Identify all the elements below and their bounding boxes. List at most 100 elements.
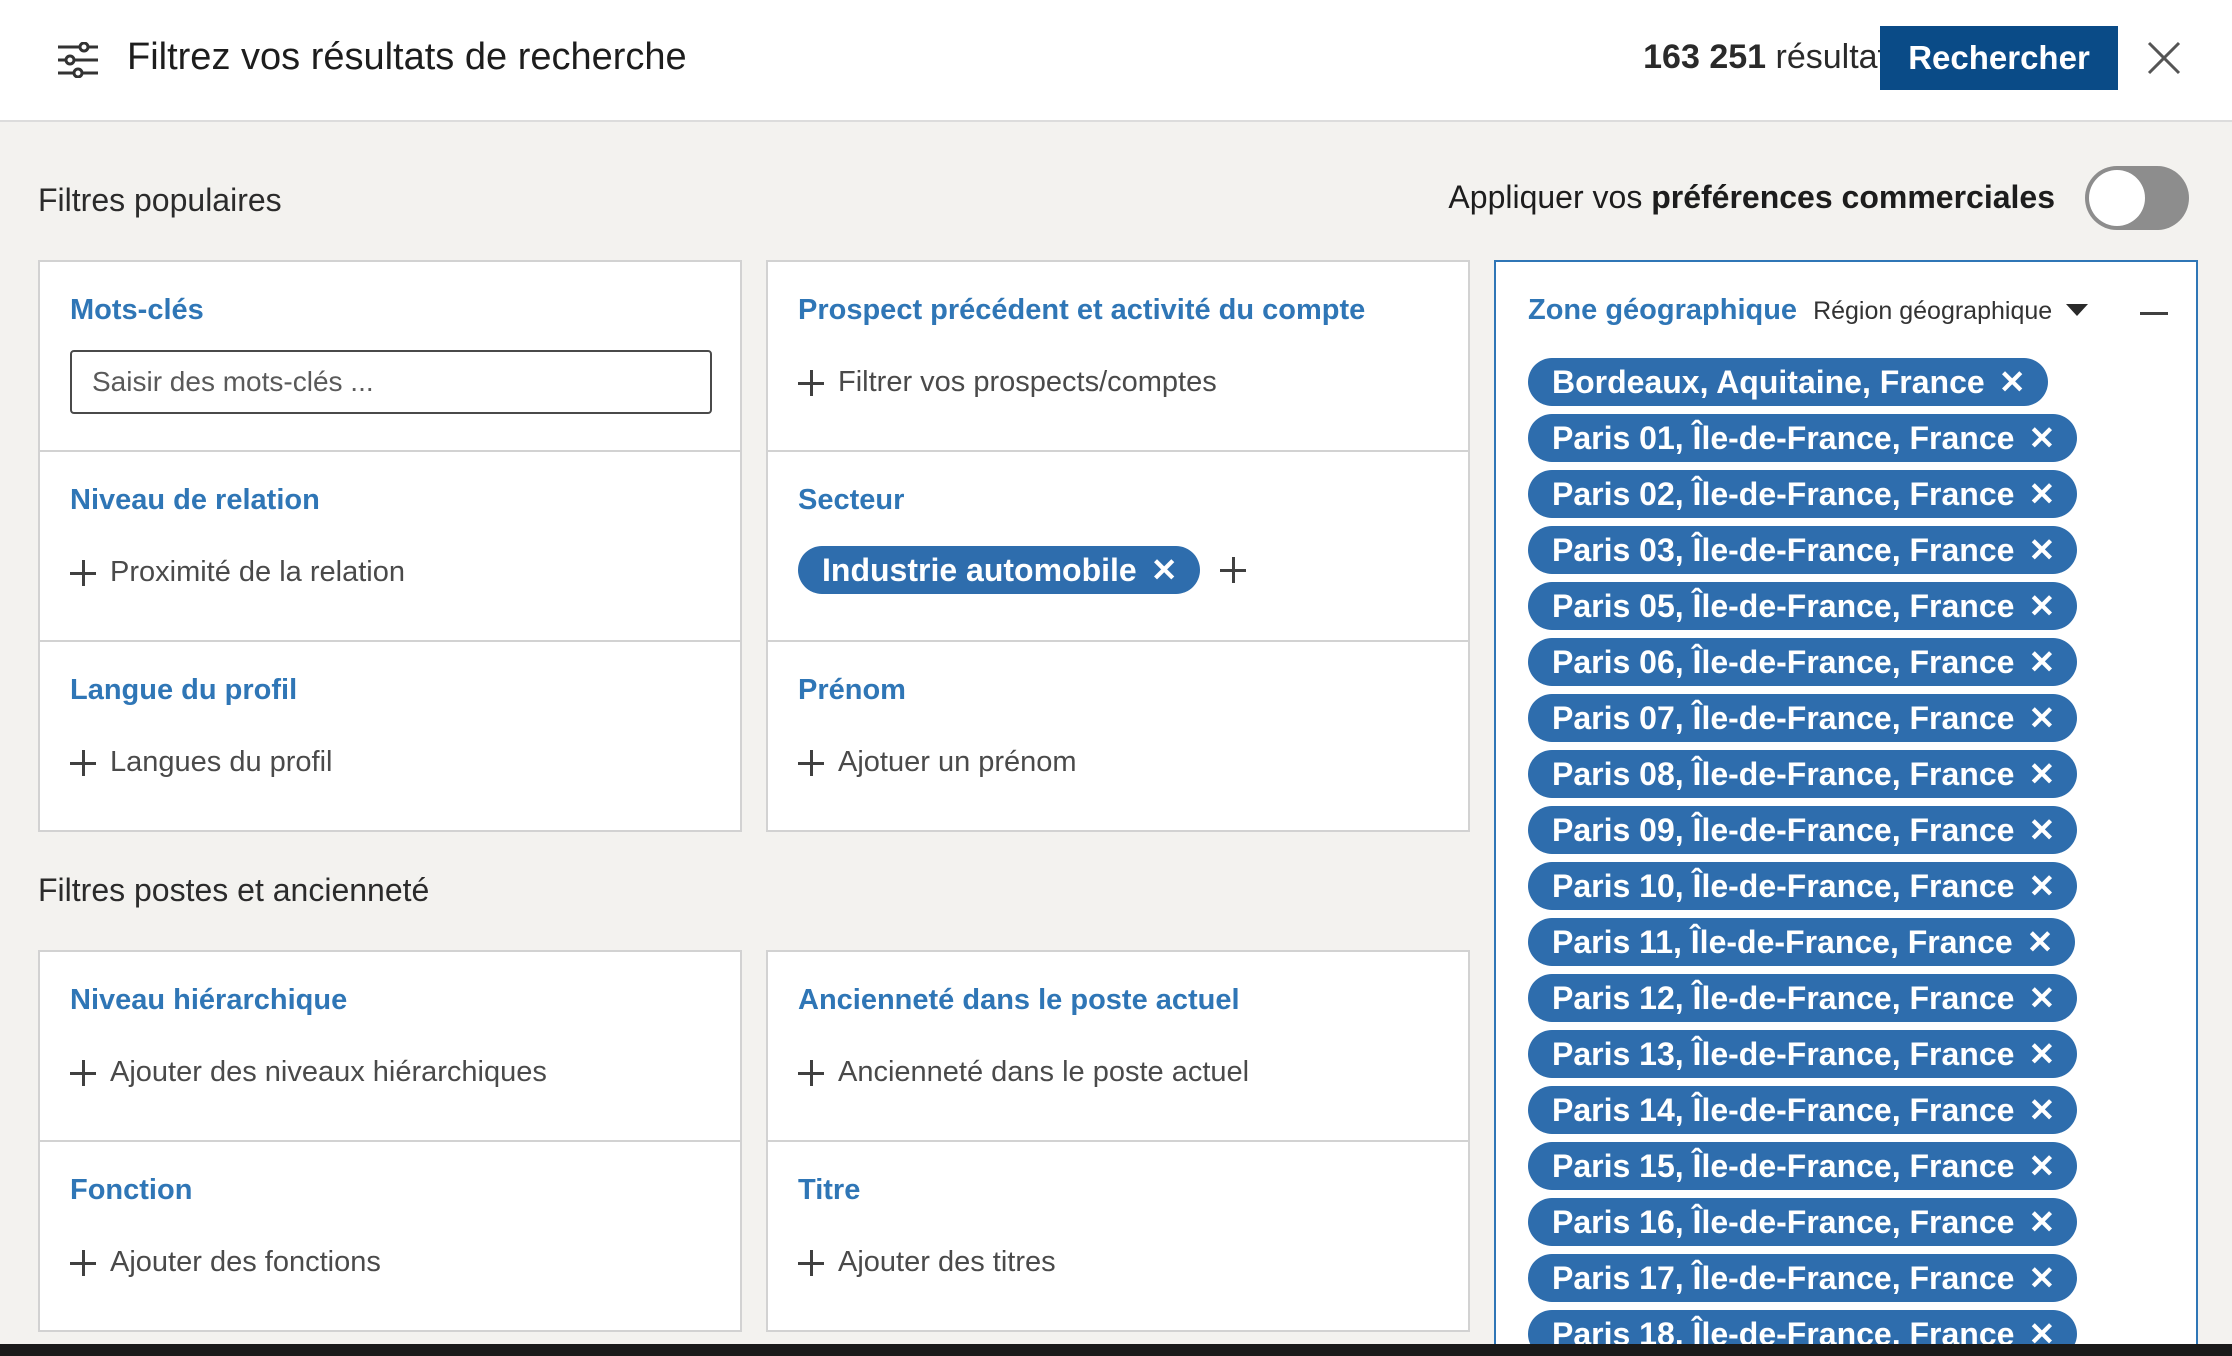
filter-header: Filtrez vos résultats de recherche 163 2… [0, 0, 2232, 122]
plus-icon [70, 559, 96, 586]
keywords-section: Mots-clés [40, 262, 740, 452]
sliders-icon [58, 42, 98, 78]
title-section: Titre Ajouter des titres [768, 1142, 1468, 1332]
remove-icon[interactable]: ✕ [2028, 699, 2055, 737]
sector-pill[interactable]: Industrie automobile ✕ [798, 546, 1200, 594]
page-title: Filtrez vos résultats de recherche [127, 36, 687, 78]
geo-pill-label: Bordeaux, Aquitaine, France [1552, 363, 1985, 400]
collapse-icon[interactable] [2140, 312, 2168, 315]
geo-pill[interactable]: Paris 16, Île-de-France, France ✕ [1528, 1198, 2078, 1246]
search-button[interactable]: Rechercher [1880, 26, 2118, 90]
geo-pill-label: Paris 08, Île-de-France, France [1552, 755, 2015, 792]
geo-pill[interactable]: Paris 05, Île-de-France, France ✕ [1528, 582, 2078, 630]
remove-icon[interactable]: ✕ [2028, 419, 2055, 457]
level-section: Niveau hiérarchique Ajouter des niveaux … [40, 952, 740, 1142]
geo-pill-label: Paris 09, Île-de-France, France [1552, 811, 2015, 848]
firstname-label: Prénom [798, 674, 906, 706]
results-number: 163 251 [1643, 38, 1767, 76]
geo-pill-label: Paris 05, Île-de-France, France [1552, 587, 2015, 624]
geo-pill[interactable]: Paris 10, Île-de-France, France ✕ [1528, 862, 2078, 910]
relation-label: Niveau de relation [70, 484, 320, 516]
geo-pill[interactable]: Paris 14, Île-de-France, France ✕ [1528, 1086, 2078, 1134]
level-action: Ajouter des niveaux hiérarchiques [110, 1056, 547, 1088]
add-seniority-button[interactable]: Ancienneté dans le poste actuel [798, 1056, 1249, 1089]
function-label: Fonction [70, 1174, 193, 1206]
jobs-filters-title: Filtres postes et ancienneté [38, 872, 430, 908]
geo-pill[interactable]: Paris 11, Île-de-France, France ✕ [1528, 918, 2076, 966]
geo-pill[interactable]: Paris 08, Île-de-France, France ✕ [1528, 750, 2078, 798]
geo-pill-label: Paris 06, Île-de-France, France [1552, 643, 2015, 680]
add-function-button[interactable]: Ajouter des fonctions [70, 1246, 381, 1279]
geo-pill[interactable]: Paris 15, Île-de-France, France ✕ [1528, 1142, 2078, 1190]
geo-pill-label: Paris 14, Île-de-France, France [1552, 1091, 2015, 1128]
remove-icon[interactable]: ✕ [2028, 1091, 2055, 1129]
geo-pill-label: Paris 16, Île-de-France, France [1552, 1203, 2015, 1240]
geo-pill[interactable]: Paris 13, Île-de-France, France ✕ [1528, 1030, 2078, 1078]
close-icon[interactable] [2146, 40, 2182, 76]
prospect-label: Prospect précédent et activité du compte [798, 294, 1366, 326]
jobs-filters-column-2: Ancienneté dans le poste actuel Ancienne… [766, 950, 1470, 1332]
add-title-button[interactable]: Ajouter des titres [798, 1246, 1056, 1279]
geo-pill[interactable]: Paris 02, Île-de-France, France ✕ [1528, 470, 2078, 518]
pref-bold: préférences commerciales [1651, 179, 2055, 215]
jobs-filters-column-1: Niveau hiérarchique Ajouter des niveaux … [38, 950, 742, 1332]
geo-pill[interactable]: Paris 06, Île-de-France, France ✕ [1528, 638, 2078, 686]
remove-icon[interactable]: ✕ [2028, 1203, 2055, 1241]
add-language-button[interactable]: Langues du profil [70, 746, 333, 779]
toggle-knob [2089, 170, 2145, 226]
geo-pill[interactable]: Paris 09, Île-de-France, France ✕ [1528, 806, 2078, 854]
results-count: 163 251 résultats [1643, 38, 1904, 77]
geo-pill-label: Paris 17, Île-de-France, France [1552, 1259, 2015, 1296]
plus-icon [798, 1059, 824, 1086]
pref-prefix: Appliquer vos [1448, 179, 1643, 215]
geography-pill-list: Bordeaux, Aquitaine, France ✕ Paris 01, Îl… [1528, 358, 2078, 1354]
caret-down-icon [2066, 304, 2089, 316]
title-action: Ajouter des titres [838, 1246, 1056, 1278]
add-firstname-button[interactable]: Ajotuer un prénom [798, 746, 1077, 779]
geo-pill-label: Paris 12, Île-de-France, France [1552, 979, 2015, 1016]
remove-icon[interactable]: ✕ [2028, 643, 2055, 681]
seniority-section: Ancienneté dans le poste actuel Ancienne… [768, 952, 1468, 1142]
geo-pill[interactable]: Paris 17, Île-de-France, France ✕ [1528, 1254, 2078, 1302]
prospect-action: Filtrer vos prospects/comptes [838, 366, 1217, 398]
remove-icon[interactable]: ✕ [2028, 811, 2055, 849]
geo-pill-label: Paris 15, Île-de-France, France [1552, 1147, 2015, 1184]
geo-pill[interactable]: Paris 12, Île-de-France, France ✕ [1528, 974, 2078, 1022]
add-prospect-button[interactable]: Filtrer vos prospects/comptes [798, 366, 1217, 399]
plus-icon [70, 1059, 96, 1086]
remove-icon[interactable]: ✕ [2028, 755, 2055, 793]
sector-label: Secteur [798, 484, 905, 516]
relation-section: Niveau de relation Proximité de la relat… [40, 452, 740, 642]
prospect-section: Prospect précédent et activité du compte… [768, 262, 1468, 452]
geo-pill[interactable]: Paris 07, Île-de-France, France ✕ [1528, 694, 2078, 742]
remove-icon[interactable]: ✕ [1151, 551, 1178, 589]
remove-icon[interactable]: ✕ [2028, 867, 2055, 905]
remove-icon[interactable]: ✕ [1999, 363, 2026, 401]
geo-pill-label: Paris 10, Île-de-France, France [1552, 867, 2015, 904]
geo-pill[interactable]: Bordeaux, Aquitaine, France ✕ [1528, 358, 2048, 406]
region-dropdown[interactable]: Région géographique [1813, 297, 2089, 326]
add-sector-icon[interactable] [1219, 557, 1246, 583]
remove-icon[interactable]: ✕ [2028, 1259, 2055, 1297]
geo-pill[interactable]: Paris 01, Île-de-France, France ✕ [1528, 414, 2078, 462]
geo-pill-label: Paris 01, Île-de-France, France [1552, 419, 2015, 456]
remove-icon[interactable]: ✕ [2028, 531, 2055, 569]
geo-pill[interactable]: Paris 03, Île-de-France, France ✕ [1528, 526, 2078, 574]
keywords-input[interactable] [70, 350, 712, 414]
geo-pill-label: Paris 13, Île-de-France, France [1552, 1035, 2015, 1072]
remove-icon[interactable]: ✕ [2028, 1147, 2055, 1185]
firstname-section: Prénom Ajotuer un prénom [768, 642, 1468, 832]
remove-icon[interactable]: ✕ [2028, 979, 2055, 1017]
language-section: Langue du profil Langues du profil [40, 642, 740, 832]
add-relation-button[interactable]: Proximité de la relation [70, 556, 405, 589]
plus-icon [798, 749, 824, 776]
sector-selected: Industrie automobile ✕ [798, 546, 1260, 594]
remove-icon[interactable]: ✕ [2028, 1035, 2055, 1073]
level-label: Niveau hiérarchique [70, 984, 348, 1016]
remove-icon[interactable]: ✕ [2028, 587, 2055, 625]
remove-icon[interactable]: ✕ [2028, 475, 2055, 513]
remove-icon[interactable]: ✕ [2027, 923, 2054, 961]
add-level-button[interactable]: Ajouter des niveaux hiérarchiques [70, 1056, 547, 1089]
language-action: Langues du profil [110, 746, 333, 778]
commercial-preferences-toggle[interactable] [2085, 166, 2189, 230]
